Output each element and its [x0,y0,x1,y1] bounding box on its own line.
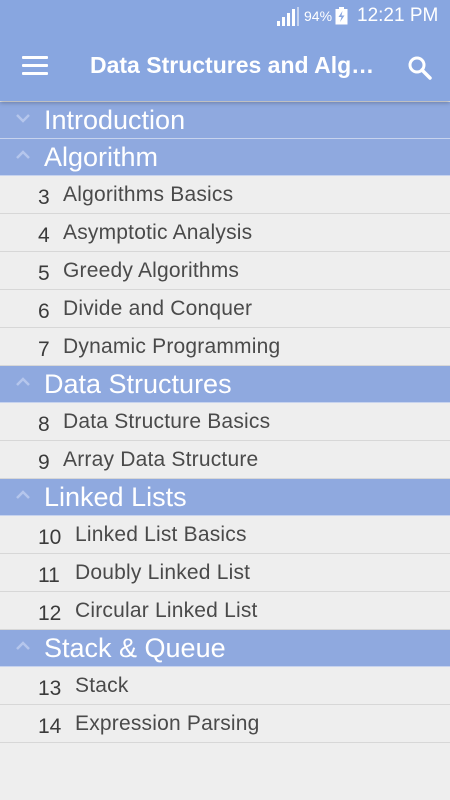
section-header-introduction[interactable]: Introduction [0,102,450,139]
status-bar: 94% 12:21 PM [0,0,450,32]
item-label: Asymptotic Analysis [63,221,253,244]
item-label: Dynamic Programming [63,335,281,358]
item-label: Stack [75,674,129,697]
section-header-data-structures[interactable]: Data Structures [0,366,450,403]
list-item[interactable]: 3 Algorithms Basics [0,176,450,214]
chevron-up-icon [16,490,30,499]
item-number: 11 [38,564,60,587]
list-item[interactable]: 13 Stack [0,667,450,705]
topic-list: Introduction Algorithm 3 Algorithms Basi… [0,102,450,743]
item-number: 4 [38,224,50,247]
item-number: 10 [38,526,62,549]
app-bar: 94% 12:21 PM Data Structures and Algorit… [0,0,450,101]
item-label: Data Structure Basics [63,410,271,433]
item-label: Linked List Basics [75,523,247,546]
search-icon[interactable] [407,55,433,81]
chevron-up-icon [16,641,30,650]
list-item[interactable]: 6 Divide and Conquer [0,290,450,328]
list-item[interactable]: 4 Asymptotic Analysis [0,214,450,252]
list-item[interactable]: 8 Data Structure Basics [0,403,450,441]
section-label: Data Structures [44,369,232,399]
battery-charging-icon [335,7,348,25]
section-label: Stack & Queue [44,633,226,663]
list-item[interactable]: 10 Linked List Basics [0,516,450,554]
list-item[interactable]: 12 Circular Linked List [0,592,450,630]
item-label: Doubly Linked List [75,561,251,584]
list-item[interactable]: 14 Expression Parsing [0,705,450,743]
section-header-linked-lists[interactable]: Linked Lists [0,479,450,516]
item-label: Circular Linked List [75,599,258,622]
signal-icon [277,7,299,26]
item-label: Array Data Structure [63,448,259,471]
list-item[interactable]: 7 Dynamic Programming [0,328,450,366]
list-item[interactable]: 11 Doubly Linked List [0,554,450,592]
item-number: 5 [38,262,50,285]
battery-percent: 94% [304,8,333,24]
item-number: 12 [38,602,62,625]
list-item[interactable]: 9 Array Data Structure [0,441,450,479]
status-time: 12:21 PM [357,5,439,26]
item-number: 7 [38,338,50,361]
list-item[interactable]: 5 Greedy Algorithms [0,252,450,290]
section-label: Algorithm [44,142,159,172]
chevron-up-icon [16,377,30,386]
chevron-down-icon [16,114,30,123]
item-label: Greedy Algorithms [63,259,240,282]
item-number: 13 [38,677,62,700]
section-header-algorithm[interactable]: Algorithm [0,139,450,176]
section-label: Linked Lists [44,482,187,512]
section-label: Introduction [44,105,186,135]
item-label: Algorithms Basics [63,183,234,206]
page-title: Data Structures and Algorithms [90,52,380,78]
item-label: Expression Parsing [75,712,260,735]
item-number: 3 [38,186,50,209]
chevron-up-icon [16,150,30,159]
item-number: 9 [38,451,50,474]
section-header-stack-queue[interactable]: Stack & Queue [0,630,450,667]
hamburger-menu-icon[interactable] [22,56,48,78]
item-number: 8 [38,413,50,436]
item-number: 6 [38,300,50,323]
item-label: Divide and Conquer [63,297,253,320]
item-number: 14 [38,715,62,738]
